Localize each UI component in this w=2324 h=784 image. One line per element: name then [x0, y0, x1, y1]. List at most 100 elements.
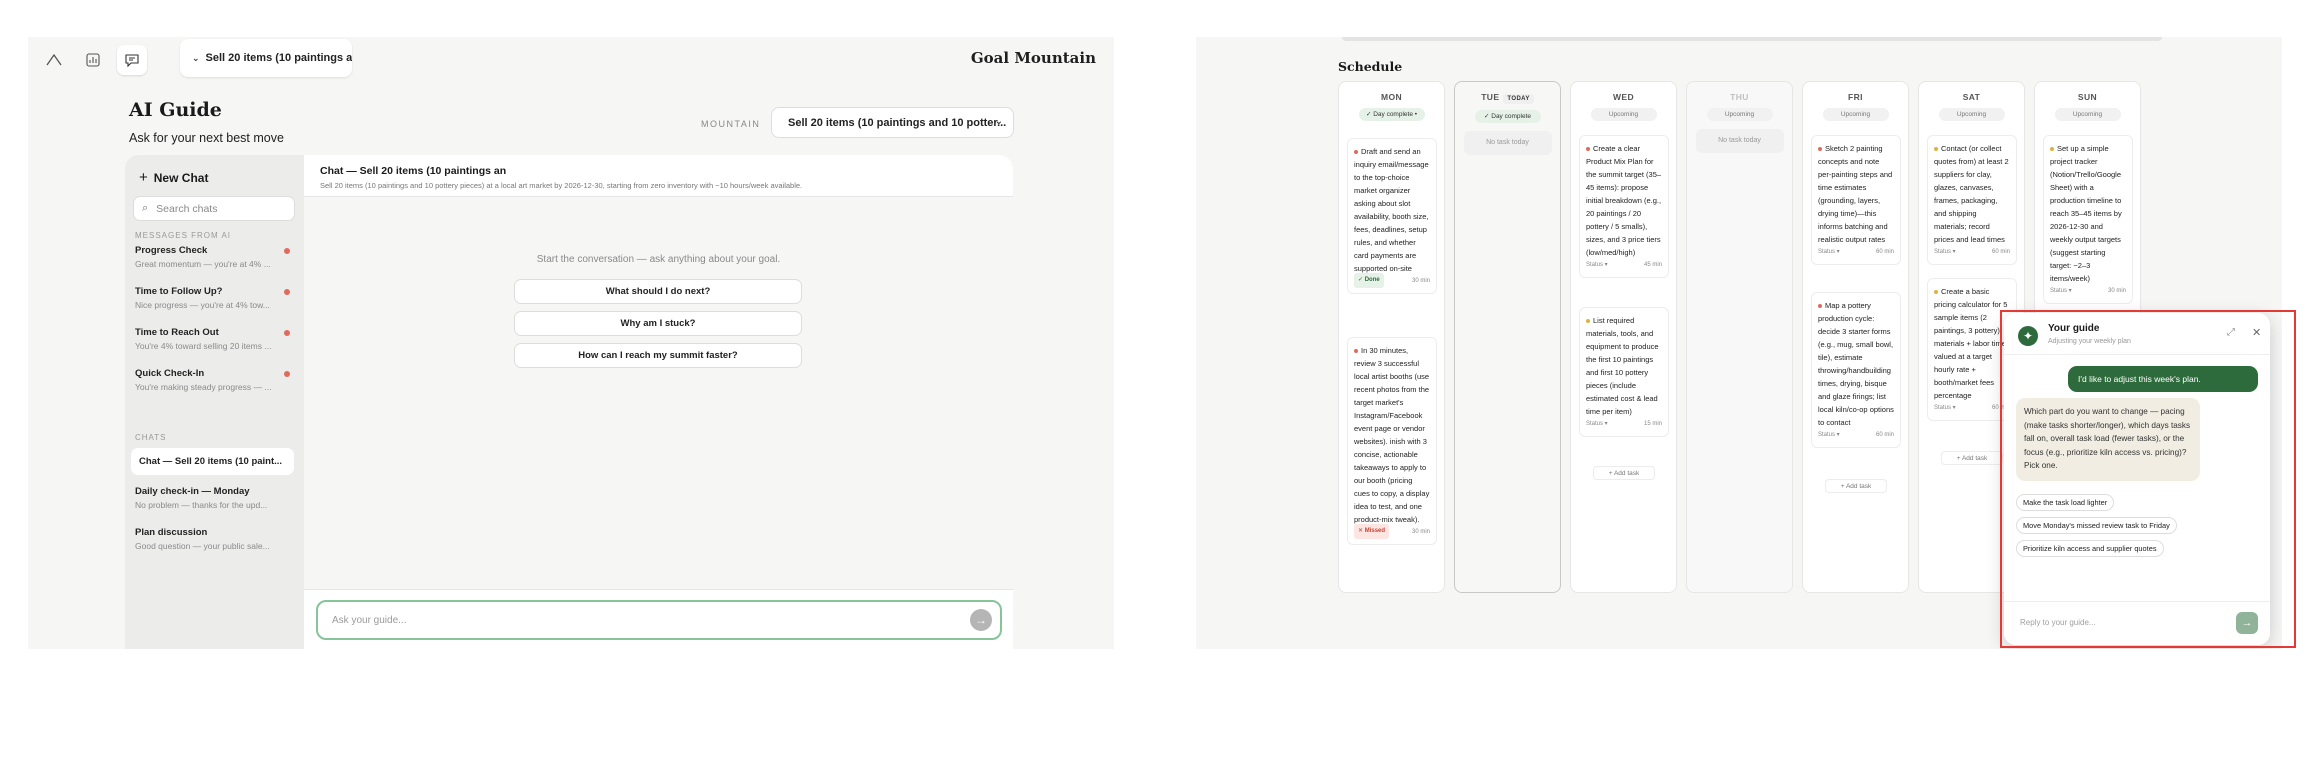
top-bar: ⌄ Sell 20 items (10 paintings an... Goal … [28, 37, 1114, 87]
message-title: Time to Follow Up? [135, 286, 223, 297]
send-arrow-icon[interactable]: → [970, 609, 992, 631]
priority-dot [2050, 147, 2054, 152]
day-status-badge: Upcoming [2054, 108, 2121, 121]
task-card[interactable]: Sketch 2 painting concepts and note per-… [1811, 135, 1901, 265]
task-text: List required materials, tools, and equi… [1586, 316, 1659, 416]
task-duration: 45 min [1643, 262, 1662, 268]
unread-dot [284, 371, 290, 377]
day-name: SUN [2077, 92, 2098, 102]
chat-sidebar: + New Chat ⌕ Search chats MESSAGES FROM AI… [125, 155, 304, 649]
task-status[interactable]: ✕ Missed [1354, 524, 1390, 539]
suggestion-button[interactable]: Why am I stuck? [514, 311, 802, 336]
chat-item[interactable]: Plan discussion Good question — your publ… [135, 527, 300, 551]
priority-dot [1934, 147, 1938, 152]
task-status[interactable]: Status ▾ [1586, 418, 1608, 431]
page-subtitle: Ask for your next best move [129, 131, 284, 145]
day-name-text: TUE [1481, 92, 1500, 102]
task-card[interactable]: Set up a simple project tracker (Notion/… [2043, 135, 2133, 304]
task-card[interactable]: Map a pottery production cycle: decide 3… [1811, 292, 1901, 448]
day-status-badge: Upcoming [1822, 108, 1889, 121]
task-status[interactable]: Status ▾ [1934, 402, 1956, 415]
task-text: Draft and send an inquiry email/message … [1354, 147, 1429, 273]
task-status[interactable]: Status ▾ [1586, 259, 1608, 272]
ai-guide-screen: ⌄ Sell 20 items (10 paintings an... Goal … [28, 37, 1114, 649]
unread-dot [284, 248, 290, 254]
add-task-button[interactable]: + Add task [1941, 451, 2003, 465]
card-edge [1342, 37, 2162, 41]
search-chats-input[interactable]: ⌕ Search chats [133, 196, 295, 221]
chat-card: + New Chat ⌕ Search chats MESSAGES FROM AI… [125, 155, 1013, 649]
new-chat-button[interactable]: + New Chat [139, 169, 208, 186]
chevron-down-icon: ⌄ [994, 116, 1003, 127]
task-duration: 60 min [1991, 249, 2010, 255]
plus-icon: + [139, 169, 148, 186]
task-status[interactable]: Status ▾ [2050, 285, 2072, 298]
unread-dot [284, 330, 290, 336]
chat-main: Chat — Sell 20 items (10 paintings an Se… [304, 155, 1013, 649]
brand-logo[interactable]: Goal Mountain [971, 49, 1096, 67]
chat-title: Daily check-in — Monday [135, 486, 250, 497]
suggestion-button[interactable]: What should I do next? [514, 279, 802, 304]
add-task-button[interactable]: + Add task [1825, 479, 1887, 493]
day-column-tue: TUE TODAY ✓ Day complete No task today [1454, 81, 1561, 593]
mountain-icon[interactable] [39, 45, 69, 75]
chat-item-active[interactable]: Chat — Sell 20 items (10 paint... [131, 448, 294, 475]
chart-icon[interactable] [78, 45, 108, 75]
message-preview: Great momentum — you're at 4% ... [135, 259, 271, 269]
task-duration: 30 min [1411, 278, 1430, 284]
highlight-box [2000, 310, 2296, 648]
day-name: FRI [1848, 92, 1863, 102]
chat-icon[interactable] [117, 45, 147, 75]
task-text: Create a clear Product Mix Plan for the … [1586, 144, 1662, 257]
ai-message-item[interactable]: Progress Check Great momentum — you're at… [135, 245, 300, 269]
task-card[interactable]: Draft and send an inquiry email/message … [1347, 138, 1437, 294]
task-card[interactable]: Create a clear Product Mix Plan for the … [1579, 135, 1669, 278]
page-title: AI Guide [129, 99, 222, 121]
task-text: Contact (or collect quotes from) at leas… [1934, 144, 2009, 244]
priority-dot [1586, 147, 1590, 152]
task-card[interactable]: Contact (or collect quotes from) at leas… [1927, 135, 2017, 265]
chat-item[interactable]: Daily check-in — Monday No problem — than… [135, 486, 300, 510]
task-text: Set up a simple project tracker (Notion/… [2050, 144, 2122, 283]
task-card[interactable]: List required materials, tools, and equi… [1579, 307, 1669, 437]
chat-title: Chat — Sell 20 items (10 paintings an [320, 165, 507, 177]
add-task-button[interactable]: + Add task [1593, 466, 1655, 480]
priority-dot [1354, 349, 1358, 354]
task-card[interactable]: In 30 minutes, review 3 successful local… [1347, 337, 1437, 545]
unread-dot [284, 289, 290, 295]
no-task-placeholder: No task today [1695, 129, 1784, 153]
task-status[interactable]: ✓ Done [1354, 273, 1384, 288]
ai-message-item[interactable]: Quick Check-In You're making steady progr… [135, 368, 300, 392]
day-column-mon: MON ✓ Day complete • Draft and send an i… [1338, 81, 1445, 593]
task-status[interactable]: Status ▾ [1934, 246, 1956, 259]
ai-message-item[interactable]: Time to Reach Out You're 4% toward sellin… [135, 327, 300, 351]
task-duration: 30 min [2107, 288, 2126, 294]
priority-dot [1818, 304, 1822, 309]
priority-dot [1818, 147, 1822, 152]
day-name: WED [1612, 92, 1635, 102]
messages-section-label: MESSAGES FROM AI [135, 231, 232, 240]
no-task-placeholder: No task today [1463, 131, 1552, 155]
task-duration: 60 min [1875, 249, 1894, 255]
day-status-badge: Upcoming [1938, 108, 2005, 121]
message-preview: You're 4% toward selling 20 items ... [135, 341, 272, 351]
chat-input[interactable]: Ask your guide... → [316, 600, 1002, 640]
schedule-title: Schedule [1338, 59, 1403, 74]
message-title: Time to Reach Out [135, 327, 219, 338]
day-status-badge: ✓ Day complete • [1358, 108, 1425, 121]
task-duration: 15 min [1643, 421, 1662, 427]
ai-message-item[interactable]: Time to Follow Up? Nice progress — you're… [135, 286, 300, 310]
day-status-badge: Upcoming [1706, 108, 1773, 121]
task-status[interactable]: Status ▾ [1818, 246, 1840, 259]
day-column-fri: FRI Upcoming Sketch 2 painting concepts … [1802, 81, 1909, 593]
day-name: SAT [1962, 92, 1981, 102]
day-name: MON [1380, 92, 1403, 102]
goal-selector[interactable]: ⌄ Sell 20 items (10 paintings an... [180, 39, 352, 77]
suggestion-button[interactable]: How can I reach my summit faster? [514, 343, 802, 368]
priority-dot [1934, 290, 1938, 295]
mountain-select[interactable]: Sell 20 items (10 paintings and 10 potte… [771, 107, 1014, 138]
chat-goal-description: Sell 20 items (10 paintings and 10 potte… [320, 181, 803, 190]
mountain-select-value: Sell 20 items (10 paintings and 10 potte… [788, 116, 1007, 129]
task-status[interactable]: Status ▾ [1818, 429, 1840, 442]
chat-title: Plan discussion [135, 527, 208, 538]
